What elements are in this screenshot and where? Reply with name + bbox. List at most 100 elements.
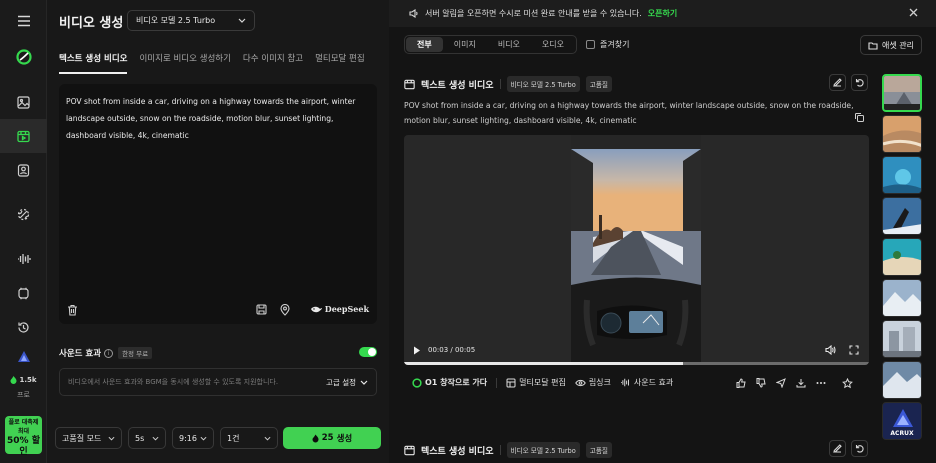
tab-multimodal-edit[interactable]: 멀티모달 편집 xyxy=(315,52,365,74)
aspect-ratio-select[interactable]: 9:16 xyxy=(172,427,214,449)
thumbnail-item[interactable] xyxy=(882,279,922,317)
video-icon xyxy=(404,445,415,456)
copy-icon[interactable] xyxy=(855,113,864,122)
video-time: 00:03 / 00:05 xyxy=(428,346,476,354)
prompt-input[interactable]: POV shot from inside a car, driving on a… xyxy=(59,84,377,324)
save-icon[interactable] xyxy=(256,304,267,315)
info-icon[interactable]: i xyxy=(104,348,114,358)
thumbnail-item[interactable] xyxy=(882,74,922,112)
tab-text-to-video[interactable]: 텍스트 생성 비디오 xyxy=(59,52,128,74)
result-card-prompt: POV shot from inside a car, driving on a… xyxy=(404,101,854,125)
sound-effects-row: 사운드 효과 i 한정 무료 xyxy=(59,346,377,360)
sound-effects-placeholder: 비디오에서 사운드 효과와 BGM을 동시에 생성할 수 있도록 지원합니다. xyxy=(68,378,279,386)
star-icon[interactable] xyxy=(842,378,853,389)
asset-manage-button[interactable]: 애셋 관리 xyxy=(860,35,922,55)
thumbs-up-icon[interactable] xyxy=(736,378,746,389)
advanced-settings-button[interactable]: 고급 설정 xyxy=(326,377,368,388)
thumbs-down-icon[interactable] xyxy=(756,378,766,389)
video-icon[interactable] xyxy=(0,119,47,153)
canvas-icon[interactable] xyxy=(0,276,47,310)
result-card-title-2: 텍스트 생성 비디오 xyxy=(421,446,494,457)
left-rail: 1.5k 프로 플로 대축제 최대 50% 할인 xyxy=(0,0,47,463)
video-progress[interactable] xyxy=(404,362,869,365)
prompt-text[interactable]: POV shot from inside a car, driving on a… xyxy=(66,93,366,144)
filter-audio[interactable]: 오디오 xyxy=(531,37,575,52)
location-pin-icon[interactable] xyxy=(280,304,290,316)
thumbnail-item[interactable] xyxy=(882,238,922,276)
divider xyxy=(496,377,498,388)
promo-badge[interactable]: 플로 대축제 최대 50% 할인 xyxy=(5,416,42,457)
edit-button-2[interactable] xyxy=(829,440,846,457)
regenerate-button-2[interactable] xyxy=(851,440,868,457)
multimodal-edit-button[interactable]: 멀티모달 편집 xyxy=(506,377,566,388)
page-title: 비디오 생성 xyxy=(59,16,124,31)
duration-select[interactable]: 5s xyxy=(128,427,166,449)
thumbnail-item[interactable] xyxy=(882,197,922,235)
promo-line2: 최대 xyxy=(17,428,30,435)
share-icon[interactable] xyxy=(776,378,786,389)
chevron-down-icon xyxy=(264,436,271,441)
video-player[interactable]: 00:03 / 00:05 xyxy=(404,135,869,365)
fullscreen-icon[interactable] xyxy=(849,345,859,355)
thumbnail-item[interactable] xyxy=(882,115,922,153)
mode-tabs: 텍스트 생성 비디오 이미지로 비디오 생성하기 다수 이미지 참고 멀티모달 … xyxy=(59,52,377,74)
sound-effects-input[interactable]: 비디오에서 사운드 효과와 BGM을 동시에 생성할 수 있도록 지원합니다. … xyxy=(59,368,377,396)
media-filter: 전부 이미지 비디오 오디오 xyxy=(404,35,578,54)
count-select[interactable]: 1건 xyxy=(220,427,278,449)
avatar-icon[interactable] xyxy=(0,153,47,187)
sound-effects-label: 사운드 효과 xyxy=(59,349,102,359)
pencil-icon xyxy=(833,444,842,453)
chevron-down-icon xyxy=(200,436,207,441)
generate-cost: 25 xyxy=(321,433,334,443)
duration-value: 5s xyxy=(135,433,145,443)
volume-icon[interactable] xyxy=(825,345,836,355)
quality-chip-2: 고품질 xyxy=(585,442,612,458)
result-actions: O1 창작으로 가다 멀티모달 편집 립싱크 사운드 효과 xyxy=(412,377,673,388)
notice-open-link[interactable]: 오픈하기 xyxy=(648,8,677,19)
app-logo-icon[interactable] xyxy=(0,40,47,74)
promo-line1: 플로 대축제 xyxy=(8,419,39,426)
history-icon[interactable] xyxy=(0,310,47,344)
favorites-filter[interactable]: 즐겨찾기 xyxy=(586,39,629,50)
quality-select[interactable]: 고품질 모드 xyxy=(55,427,122,449)
thumbnail-item[interactable] xyxy=(882,320,922,358)
menu-icon[interactable] xyxy=(0,4,47,38)
lipsync-button[interactable]: 립싱크 xyxy=(575,377,611,388)
quality-value: 고품질 모드 xyxy=(62,433,102,443)
deepseek-label: DeepSeek xyxy=(324,304,369,314)
sound-effect-button[interactable]: 사운드 효과 xyxy=(620,377,673,388)
filter-all[interactable]: 전부 xyxy=(406,37,443,52)
sound-effects-toggle[interactable] xyxy=(359,347,377,357)
download-icon[interactable] xyxy=(796,378,806,389)
image-icon[interactable] xyxy=(0,85,47,119)
tab-image-to-video[interactable]: 이미지로 비디오 생성하기 xyxy=(139,52,230,74)
divider xyxy=(499,445,501,455)
result-card-header-2: 텍스트 생성 비디오 비디오 모델 2.5 Turbo 고품질 xyxy=(404,442,612,458)
model-select[interactable]: 비디오 모델 2.5 Turbo xyxy=(127,10,255,31)
favorites-checkbox[interactable] xyxy=(586,40,595,49)
sound-effect-label: 사운드 효과 xyxy=(633,378,674,387)
model-chip: 비디오 모델 2.5 Turbo xyxy=(506,76,580,92)
thumbnail-strip: ACRUX xyxy=(882,74,924,443)
result-card-title: 텍스트 생성 비디오 xyxy=(421,80,494,91)
thumbnail-item[interactable] xyxy=(882,361,922,399)
tab-multi-image[interactable]: 다수 이미지 참고 xyxy=(243,52,303,74)
thumbnail-item[interactable] xyxy=(882,156,922,194)
more-icon[interactable] xyxy=(816,378,826,389)
effects-icon[interactable] xyxy=(0,197,47,231)
filter-image[interactable]: 이미지 xyxy=(443,37,487,52)
close-icon[interactable] xyxy=(909,8,918,17)
thumbnail-item[interactable]: ACRUX xyxy=(882,402,922,440)
play-icon[interactable] xyxy=(413,346,421,355)
eye-icon xyxy=(575,379,586,387)
trash-icon[interactable] xyxy=(67,304,78,316)
acrux-logo-icon[interactable] xyxy=(0,340,47,374)
chevron-down-icon xyxy=(108,436,115,441)
plan-label: 프로 xyxy=(17,391,30,399)
filter-video[interactable]: 비디오 xyxy=(487,37,531,52)
generate-button[interactable]: 25 생성 xyxy=(283,427,381,449)
audio-icon[interactable] xyxy=(0,242,47,276)
regenerate-button[interactable] xyxy=(851,74,868,91)
o1-create-button[interactable]: O1 창작으로 가다 xyxy=(412,377,487,388)
edit-button[interactable] xyxy=(829,74,846,91)
